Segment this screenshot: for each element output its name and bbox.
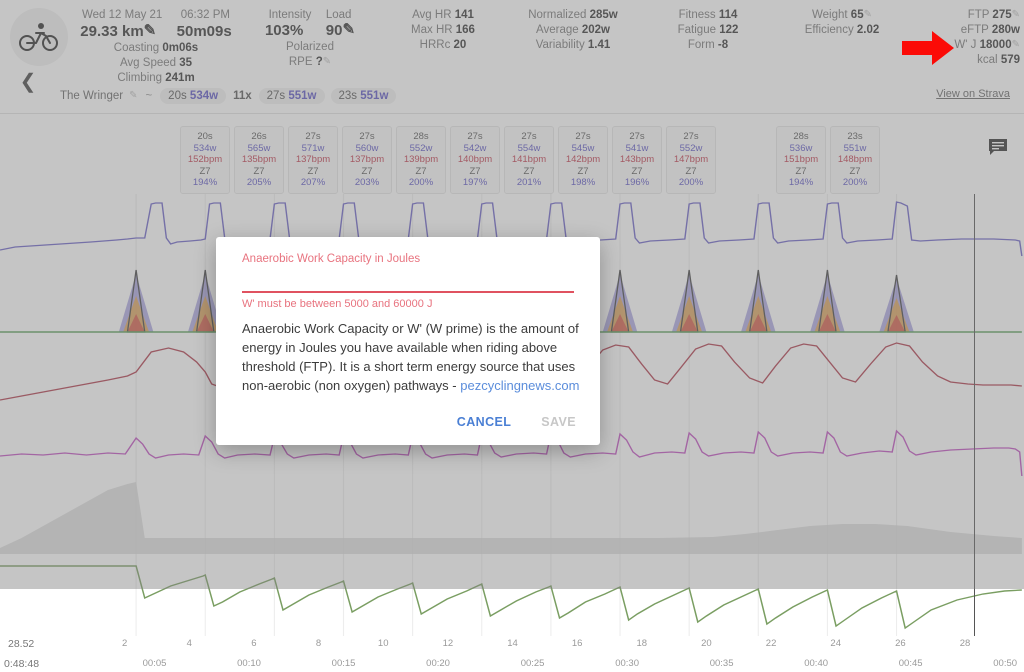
x-tick-time: 00:40 [804, 658, 829, 669]
dialog-actions: CANCEL SAVE [455, 411, 578, 433]
x-tick-time: 00:10 [237, 658, 261, 669]
red-arrow-right-icon [902, 31, 954, 65]
x-tick-time: 00:50 [993, 658, 1018, 669]
x-tick-time: 00:35 [709, 658, 734, 669]
x-tick-distance: 20 [701, 638, 712, 649]
x-tick-distance: 28 [959, 638, 971, 649]
x-tick-time: 00:25 [520, 658, 545, 669]
x-tick-distance: 18 [636, 638, 648, 649]
wprime-edit-dialog: Anaerobic Work Capacity in Joules W' mus… [216, 237, 600, 445]
pezcyclingnews-link[interactable]: pezcyclingnews.com [460, 378, 579, 393]
x-tick-time: 00:30 [615, 658, 639, 669]
x-tick-distance: 24 [830, 638, 842, 649]
x-tick-distance: 14 [507, 638, 518, 649]
x-tick-time: 00:20 [426, 658, 450, 669]
x-tick-distance: 22 [765, 638, 777, 649]
x-tick-distance: 6 [251, 638, 257, 649]
x-tick-distance: 4 [186, 638, 192, 649]
x-tick-distance: 12 [442, 638, 454, 649]
wprime-input[interactable] [242, 275, 574, 299]
x-axis-time: 00:05 00:10 00:15 00:20 00:25 00:30 00:35 00:40… [60, 658, 1017, 672]
x-tick-distance: 2 [121, 638, 128, 649]
x-axis-distance: 2 4 6 8 10 12 14 16 18 20 22 24 26 28 [60, 638, 1008, 652]
x-tick-distance: 26 [895, 638, 906, 649]
cancel-button[interactable]: CANCEL [455, 411, 513, 433]
x-tick-distance: 16 [571, 638, 583, 649]
wprime-field-label: Anaerobic Work Capacity in Joules [242, 253, 421, 265]
x-tick-time: 00:15 [331, 658, 356, 669]
x-tick-distance: 10 [377, 638, 389, 649]
app-root: ❮ Wed 12 May 21 06:32 PM 29.33 km✎ 50m09… [0, 0, 1024, 670]
wprime-input-underline [242, 291, 574, 293]
wprime-validation-error: W' must be between 5000 and 60000 J [242, 298, 433, 310]
x-corner-distance: 28.52 [8, 638, 35, 650]
x-tick-time: 00:45 [898, 658, 923, 669]
x-tick-distance: 8 [315, 638, 322, 649]
x-corner-time: 0:48:48 [4, 658, 40, 670]
wprime-help-text: Anaerobic Work Capacity or W' (W prime) … [242, 319, 584, 395]
save-button[interactable]: SAVE [539, 411, 578, 433]
x-tick-time: 00:05 [142, 658, 167, 669]
